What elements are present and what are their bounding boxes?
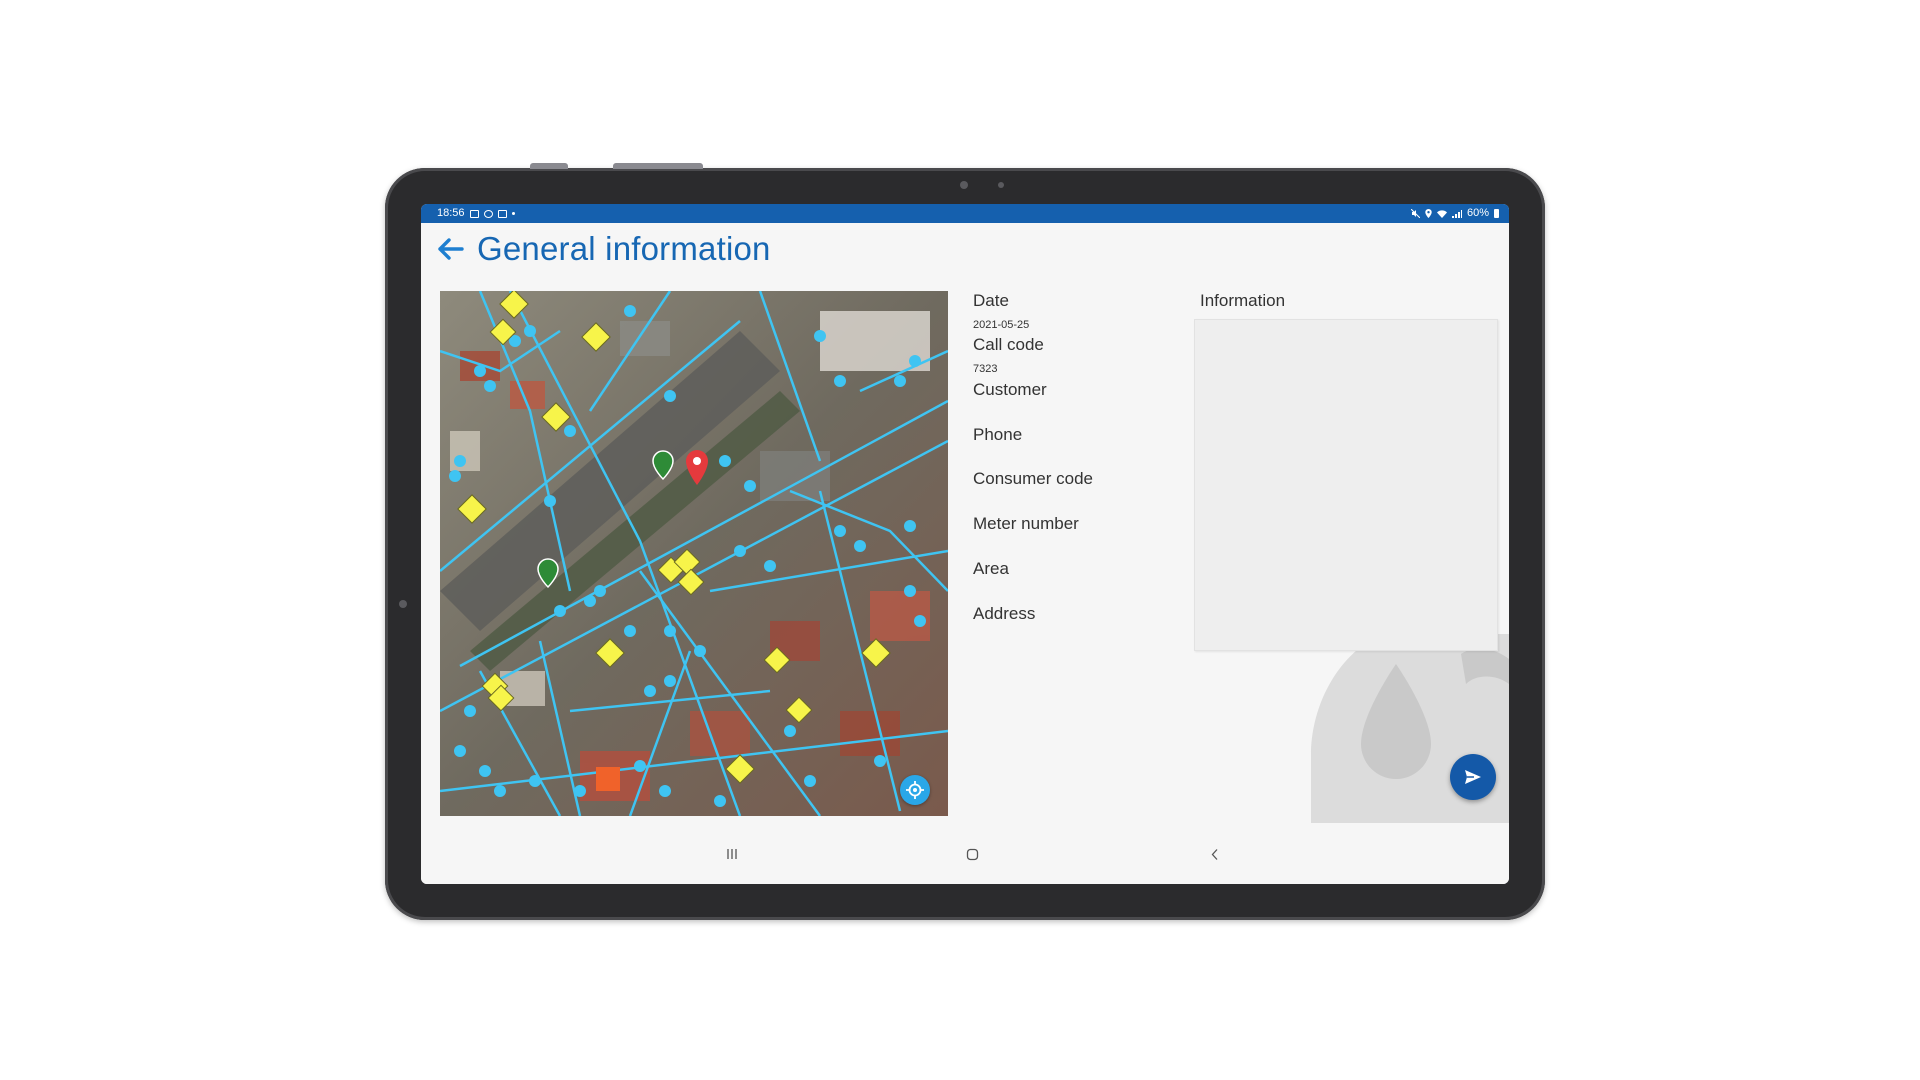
satellite-imagery	[440, 291, 948, 816]
mute-icon	[1410, 209, 1420, 218]
field-meter-number: Meter number	[973, 514, 1079, 542]
battery-icon	[1494, 209, 1499, 218]
home-button[interactable]	[957, 841, 987, 867]
information-textarea[interactable]	[1194, 319, 1498, 651]
field-date: Date 2021-05-25	[973, 291, 1029, 331]
tablet-frame: 18:56 60% General information Date 2021-…	[385, 163, 1545, 920]
field-label: Meter number	[973, 514, 1079, 533]
field-value: 2021-05-25	[973, 319, 1030, 331]
home-icon	[966, 848, 978, 860]
field-phone: Phone	[973, 425, 1022, 453]
field-customer: Customer	[973, 380, 1047, 408]
arrow-left-icon	[438, 238, 464, 260]
crosshair-icon	[906, 781, 924, 799]
field-label: Call code	[973, 335, 1044, 354]
app-header: General information	[421, 223, 1509, 275]
orange-marker	[596, 767, 620, 791]
send-button[interactable]	[1450, 754, 1496, 800]
field-label: Customer	[973, 380, 1047, 399]
dot-icon	[511, 212, 515, 215]
volume-button	[530, 163, 568, 169]
wifi-icon	[1436, 209, 1447, 218]
back-button[interactable]	[433, 232, 467, 266]
field-area: Area	[973, 559, 1009, 587]
nav-back-button[interactable]	[1200, 841, 1230, 867]
locate-button[interactable]	[900, 775, 930, 805]
field-value: 7323	[973, 363, 998, 375]
send-icon	[1465, 770, 1481, 784]
location-icon	[1425, 209, 1432, 218]
field-label: Date	[973, 291, 1009, 310]
android-nav-bar	[421, 823, 1509, 884]
field-consumer-code: Consumer code	[973, 469, 1093, 497]
field-label: Consumer code	[973, 469, 1094, 488]
notification-icon	[497, 209, 507, 218]
front-camera	[960, 181, 968, 189]
recent-apps-icon	[727, 849, 737, 859]
page-title: General information	[477, 230, 771, 267]
power-button	[613, 163, 703, 169]
field-call-code: Call code 7323	[973, 335, 1044, 375]
map-view[interactable]	[440, 291, 948, 816]
field-label: Area	[973, 559, 1009, 578]
field-label: Address	[973, 604, 1036, 623]
gallery-icon	[469, 209, 479, 218]
field-address: Address	[973, 604, 1035, 632]
recent-apps-button[interactable]	[717, 841, 747, 867]
notification-icon	[483, 209, 493, 218]
status-bar: 18:56 60%	[421, 204, 1509, 223]
side-sensor	[399, 600, 407, 608]
chevron-left-icon	[1211, 848, 1218, 860]
information-label: Information	[1200, 291, 1286, 310]
status-time: 18:56	[437, 207, 465, 219]
light-sensor	[998, 182, 1004, 188]
app-screen: 18:56 60% General information Date 2021-…	[421, 204, 1509, 884]
signal-icon	[1451, 209, 1462, 218]
field-label: Phone	[973, 425, 1023, 444]
battery-percent: 60%	[1466, 207, 1489, 219]
